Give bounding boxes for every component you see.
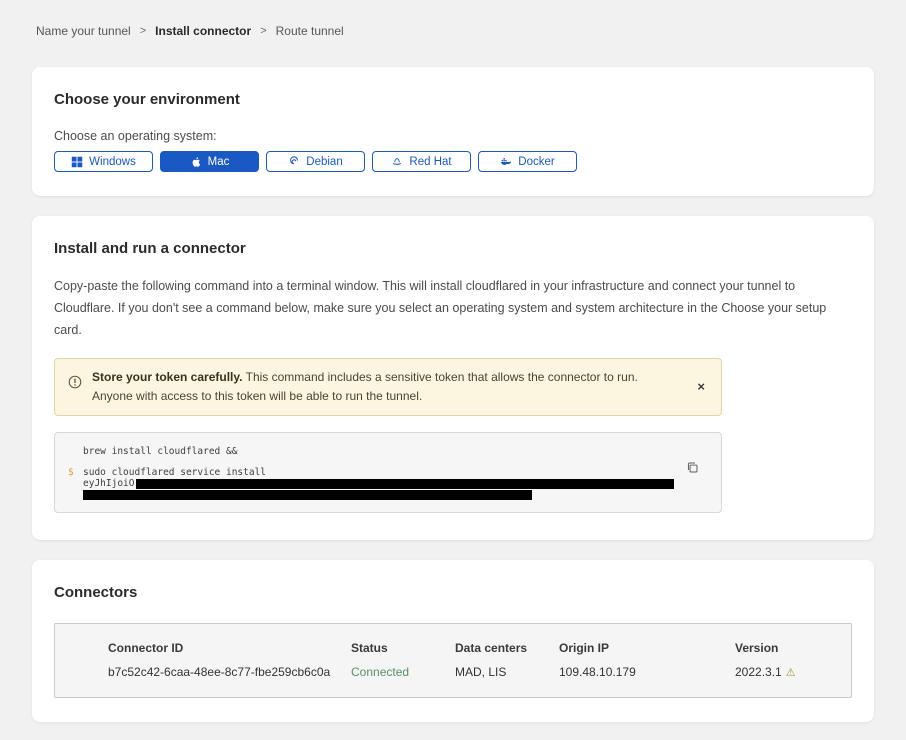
windows-icon [71,156,83,168]
apple-icon [190,156,202,168]
breadcrumb: Name your tunnel > Install connector > R… [36,24,874,38]
version-number: 2022.3.1 [735,665,782,679]
breadcrumb-step-name-your-tunnel[interactable]: Name your tunnel [36,24,131,38]
os-button-group: Windows Mac Debian Red [54,151,852,172]
connectors-card: Connectors Connector ID Status Data cent… [32,560,874,722]
token-redaction-bar [83,490,532,500]
token-redaction-bar [136,479,674,489]
alert-circle-icon [68,375,82,389]
origin-ip-value: 109.48.10.179 [559,665,735,679]
breadcrumb-separator: > [140,25,146,37]
environment-card-title: Choose your environment [54,91,852,108]
connectors-card-title: Connectors [54,584,852,601]
install-command-codeblock: brew install cloudflared && $ sudo cloud… [54,432,722,513]
install-card-description: Copy-paste the following command into a … [54,276,852,342]
connectors-table-header: Connector ID Status Data centers Origin … [108,641,841,655]
os-button-redhat[interactable]: Red Hat [372,151,471,172]
debian-icon [288,156,300,168]
os-button-windows[interactable]: Windows [54,151,153,172]
header-origin-ip: Origin IP [559,641,735,655]
connectors-table: Connector ID Status Data centers Origin … [54,623,852,698]
os-button-mac[interactable]: Mac [160,151,259,172]
os-button-label: Windows [89,156,136,168]
copy-icon [686,461,699,474]
os-button-label: Debian [306,156,342,168]
os-button-label: Docker [518,156,554,168]
connector-id-value: b7c52c42-6caa-48ee-8c77-fbe259cb6c0a [108,665,351,679]
code-command: $ sudo cloudflared service install eyJhI… [68,467,707,500]
os-button-label: Red Hat [409,156,451,168]
code-line-token: eyJhIjoiO [83,478,674,489]
alert-close-button[interactable]: × [693,378,709,395]
connector-row: b7c52c42-6caa-48ee-8c77-fbe259cb6c0a Con… [108,665,841,679]
alert-message: Store your token carefully. This command… [92,368,652,406]
docker-icon [500,156,512,168]
breadcrumb-separator: > [260,25,266,37]
install-card-title: Install and run a connector [54,240,852,257]
os-button-debian[interactable]: Debian [266,151,365,172]
header-version: Version [735,641,841,655]
token-warning-alert: Store your token carefully. This command… [54,358,722,416]
header-status: Status [351,641,455,655]
os-button-docker[interactable]: Docker [478,151,577,172]
os-button-label: Mac [208,156,230,168]
alert-message-bold: Store your token carefully. [92,370,243,384]
version-warning-icon: ⚠ [786,666,796,679]
shell-prompt: $ [68,467,83,500]
header-connector-id: Connector ID [108,641,351,655]
header-data-centers: Data centers [455,641,559,655]
status-badge: Connected [351,665,455,679]
token-prefix: eyJhIjoiO [83,478,134,489]
code-line-sudo: sudo cloudflared service install [83,467,674,478]
install-connector-card: Install and run a connector Copy-paste t… [32,216,874,540]
breadcrumb-step-install-connector[interactable]: Install connector [155,24,251,38]
code-command-body: sudo cloudflared service install eyJhIjo… [83,467,674,500]
copy-command-button[interactable] [686,461,699,477]
code-line-brew: brew install cloudflared && [83,446,707,457]
tunnel-setup-page: Name your tunnel > Install connector > R… [0,0,906,740]
os-select-label: Choose an operating system: [54,129,852,143]
environment-card: Choose your environment Choose an operat… [32,67,874,196]
redhat-icon [391,156,403,168]
version-value: 2022.3.1 ⚠ [735,665,841,679]
data-centers-value: MAD, LIS [455,665,559,679]
breadcrumb-step-route-tunnel[interactable]: Route tunnel [276,24,344,38]
